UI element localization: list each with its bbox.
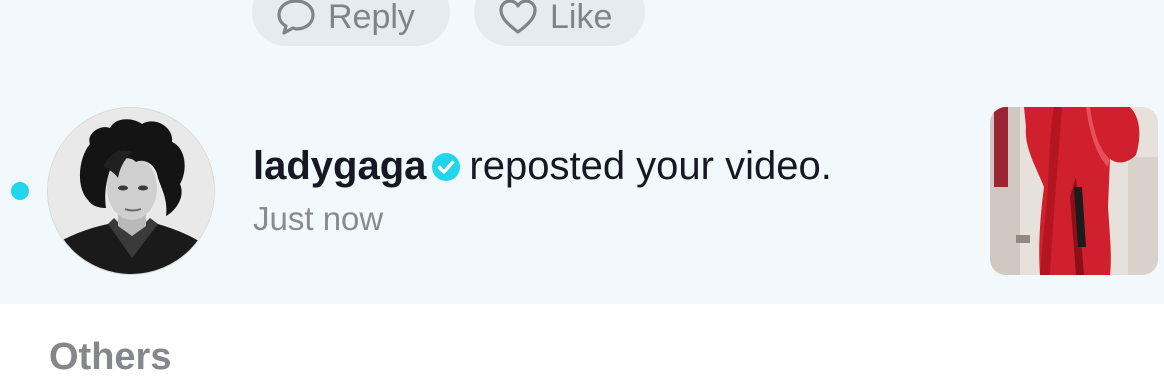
verified-badge-icon <box>431 152 461 182</box>
avatar[interactable] <box>47 107 215 275</box>
thumbnail-image <box>990 107 1158 275</box>
heart-icon <box>499 0 537 34</box>
like-button[interactable]: Like <box>474 0 645 46</box>
like-label: Like <box>550 0 613 36</box>
username[interactable]: ladygaga <box>253 144 426 189</box>
notification-list-area: Reply Like ladygaga reposted your video.… <box>0 0 1164 304</box>
unread-indicator <box>11 182 29 200</box>
reply-label: Reply <box>328 0 415 36</box>
section-title-others: Others <box>49 336 172 378</box>
profile-photo <box>48 108 214 274</box>
video-thumbnail[interactable] <box>990 107 1158 275</box>
reply-button[interactable]: Reply <box>252 0 450 46</box>
message-text: reposted your video. <box>469 144 832 188</box>
timestamp: Just now <box>253 200 384 237</box>
notification-message: ladygaga reposted your video. <box>253 144 832 189</box>
reply-icon <box>277 0 315 35</box>
